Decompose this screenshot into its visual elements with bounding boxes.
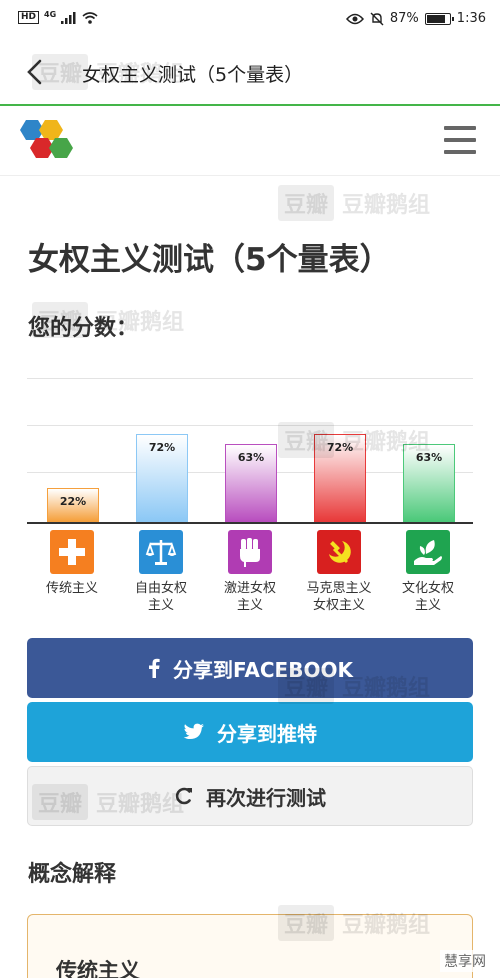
- watermark-logo: 豆瓣: [278, 185, 335, 221]
- share-twitter-button[interactable]: 分享到推特: [27, 702, 473, 762]
- category-label: 传统主义: [45, 581, 98, 596]
- hammer-sickle-icon: [317, 530, 361, 574]
- concept-card: 传统主义: [27, 914, 473, 978]
- chart-baseline: [27, 522, 473, 524]
- fist-icon: [228, 530, 272, 574]
- grid-line: [27, 425, 473, 426]
- bar-value-label: 63%: [237, 451, 265, 464]
- nav-bar: 女权主义测试（5个量表）: [0, 38, 500, 106]
- category-label: 马克思主义 女权主义: [306, 581, 372, 613]
- chevron-left-icon[interactable]: [22, 58, 50, 86]
- category-label: 自由女权 主义: [134, 581, 187, 613]
- facebook-icon: [149, 658, 160, 678]
- category-label: 文化女权 主义: [401, 581, 454, 613]
- bar-value-label: 22%: [59, 495, 87, 508]
- scales-icon: [139, 530, 183, 574]
- watermark-text: 豆瓣鹅组: [342, 193, 431, 218]
- chart-bar: 72%: [136, 434, 188, 522]
- battery-percent: 87%: [389, 11, 419, 26]
- grid-line: [27, 378, 473, 379]
- mute-icon: [370, 12, 384, 25]
- retake-test-button[interactable]: 再次进行测试: [27, 766, 473, 826]
- chart-bar: 22%: [47, 488, 99, 522]
- chart-categories: 传统主义 自由女权 主义 激进女权 主义 马克思主义 女权主义 文化女权 主义: [27, 528, 473, 618]
- chart-category: 文化女权 主义: [385, 528, 471, 614]
- network-type: 4G: [44, 10, 57, 19]
- concept-title: 传统主义: [56, 959, 140, 978]
- hand-leaf-icon: [406, 530, 450, 574]
- cross-icon: [50, 530, 94, 574]
- share-facebook-label: 分享到FACEBOOK: [173, 657, 353, 682]
- wifi-icon: [82, 11, 98, 24]
- chart-bar: 63%: [403, 444, 455, 522]
- hexagon-logo-icon[interactable]: [12, 118, 76, 170]
- share-twitter-label: 分享到推特: [217, 721, 317, 746]
- chart-category: 自由女权 主义: [118, 528, 204, 614]
- hamburger-menu-icon[interactable]: [444, 126, 476, 154]
- battery-icon: [424, 12, 454, 25]
- chart-bar: 72%: [314, 434, 366, 522]
- bar-value-label: 72%: [148, 441, 176, 454]
- chart-category: 马克思主义 女权主义: [296, 528, 382, 614]
- bar-value-label: 72%: [326, 441, 354, 454]
- twitter-icon: [183, 723, 204, 739]
- clock: 1:36: [456, 11, 486, 26]
- signal-icon: [61, 11, 76, 24]
- share-facebook-button[interactable]: 分享到FACEBOOK: [27, 638, 473, 698]
- eye-icon: [345, 13, 364, 24]
- refresh-icon: [175, 787, 192, 805]
- hd-badge: HD: [18, 11, 40, 24]
- status-bar: HD 4G 87% 1:36: [0, 0, 500, 38]
- site-header: [0, 108, 500, 176]
- retake-test-label: 再次进行测试: [206, 785, 326, 810]
- concepts-section-title: 概念解释: [28, 862, 117, 887]
- chart-category: 传统主义: [29, 528, 115, 597]
- chart-bar: 63%: [225, 444, 277, 522]
- page-title: 女权主义测试（5个量表）: [28, 242, 391, 278]
- score-label: 您的分数：: [28, 316, 139, 341]
- nav-title: 女权主义测试（5个量表）: [82, 64, 304, 86]
- chart-category: 激进女权 主义: [207, 528, 293, 614]
- bar-chart: 22% 72% 63% 72% 63%: [27, 378, 473, 524]
- corner-watermark: 慧享网: [440, 950, 490, 972]
- category-label: 激进女权 主义: [223, 581, 276, 613]
- bar-value-label: 63%: [415, 451, 443, 464]
- watermark: 豆瓣 豆瓣鹅组: [278, 185, 430, 221]
